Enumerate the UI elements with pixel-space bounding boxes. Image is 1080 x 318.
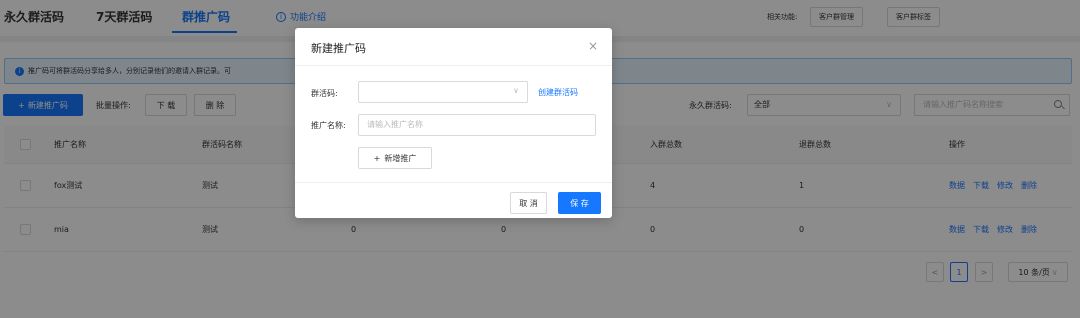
plus-icon: + <box>373 153 381 163</box>
dialog-footer: 取 消 保 存 <box>295 182 612 218</box>
dialog-title: 新建推广码 <box>311 42 366 55</box>
add-promo-label: 新增推广 <box>384 153 417 163</box>
dialog-header: 新建推广码 × <box>295 28 612 66</box>
add-promo-button[interactable]: + 新增推广 <box>358 147 432 169</box>
save-button[interactable]: 保 存 <box>558 192 601 214</box>
promo-name-label: 推广名称: <box>311 121 346 130</box>
promo-name-placeholder: 请输入推广名称 <box>367 120 423 129</box>
new-promo-code-dialog: 新建推广码 × 群活码: ∨ 创建群活码 推广名称: 请输入推广名称 + 新增推… <box>295 28 612 218</box>
cancel-button[interactable]: 取 消 <box>510 192 547 214</box>
create-group-code-link[interactable]: 创建群活码 <box>538 87 578 98</box>
promo-name-input[interactable]: 请输入推广名称 <box>358 114 596 136</box>
group-code-select[interactable]: ∨ <box>358 81 528 103</box>
close-icon[interactable]: × <box>588 39 598 53</box>
group-code-label: 群活码: <box>311 89 338 98</box>
chevron-down-icon: ∨ <box>513 86 519 95</box>
